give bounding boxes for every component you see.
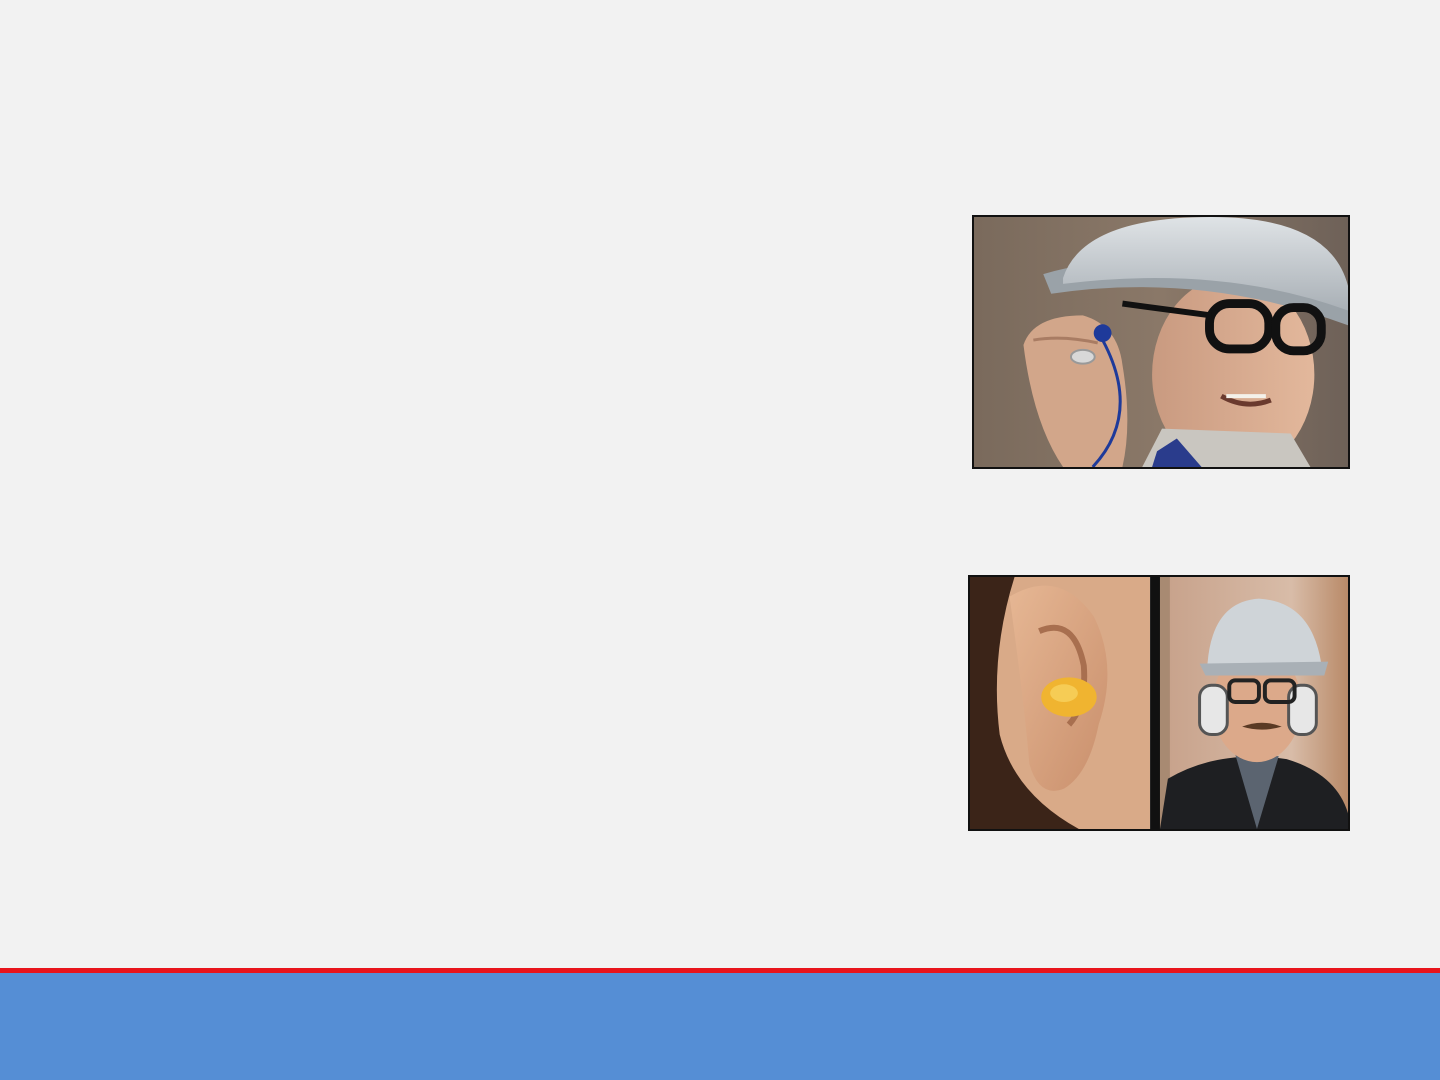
footer-band [0,973,1440,1080]
worker-inserting-earplug-photo [972,215,1350,469]
earplug-insertion-photo [974,217,1348,467]
slide [0,0,1440,1080]
hearing-protection-photo [970,577,1348,829]
earplug-and-earmuffs-photo [968,575,1350,831]
